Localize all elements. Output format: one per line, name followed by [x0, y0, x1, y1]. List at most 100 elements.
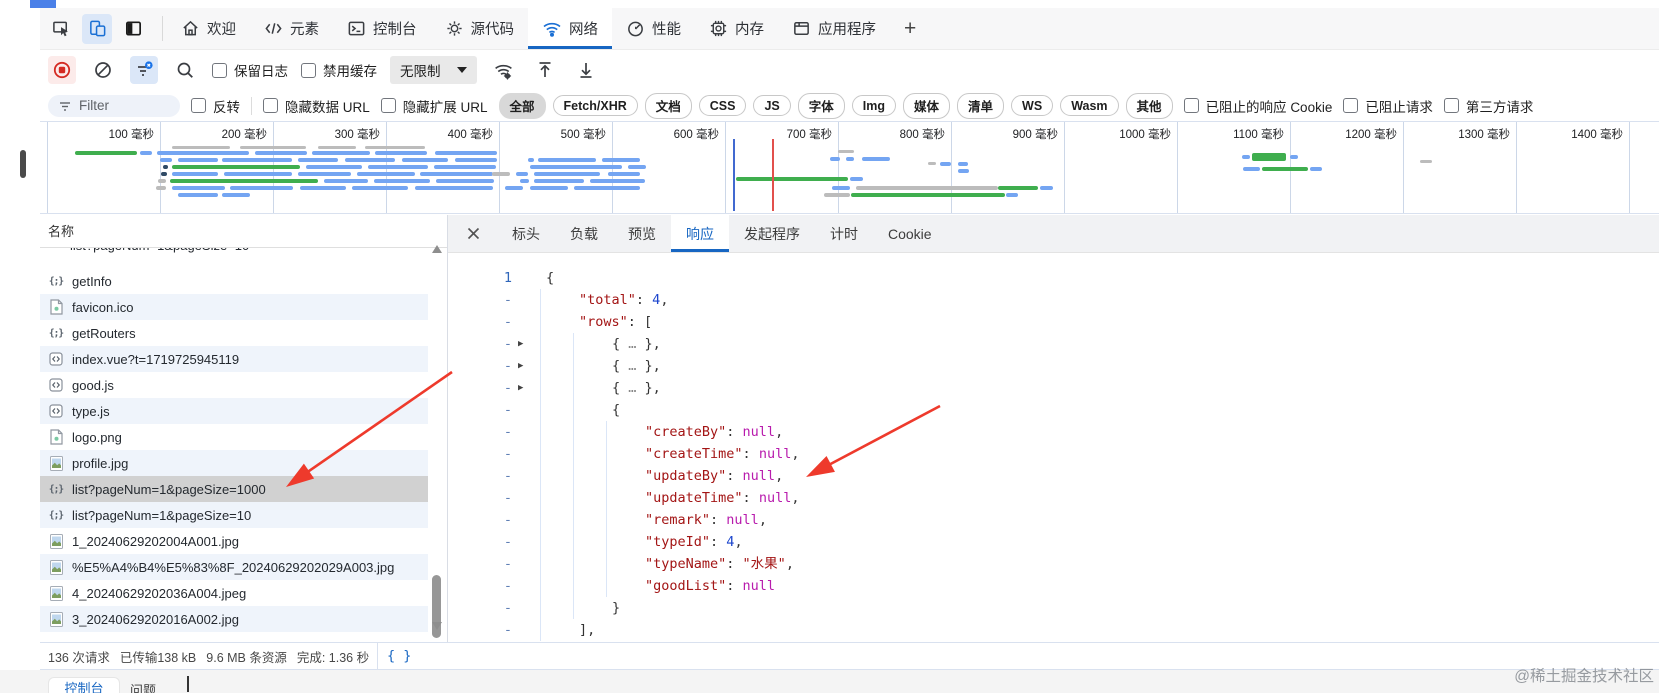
- request-row[interactable]: type.js: [40, 398, 428, 424]
- blocked-response-cookies-option[interactable]: 已阻止的响应 Cookie: [1183, 96, 1332, 116]
- resource-type-chip[interactable]: 全部: [498, 92, 546, 119]
- hide-data-urls-checkbox[interactable]: [263, 98, 278, 113]
- detail-tab-timing[interactable]: 计时: [815, 215, 873, 252]
- detail-tab-response[interactable]: 响应: [671, 215, 729, 252]
- request-row[interactable]: profile.jpg: [40, 450, 428, 476]
- blocked-requests-checkbox[interactable]: [1343, 98, 1359, 113]
- resource-type-chip[interactable]: 字体: [797, 92, 845, 119]
- invert-filter-option[interactable]: 反转: [191, 96, 240, 116]
- disable-cache-option[interactable]: 禁用缓存: [301, 60, 377, 80]
- request-row[interactable]: {;} getInfo: [40, 268, 428, 294]
- request-row[interactable]: favicon.ico: [40, 294, 428, 320]
- fold-arrow-icon[interactable]: ▶: [518, 377, 534, 399]
- preserve-log-option[interactable]: 保留日志: [212, 60, 288, 80]
- invert-checkbox[interactable]: [191, 98, 206, 113]
- tab-elements[interactable]: 元素: [250, 8, 333, 49]
- throttling-dropdown[interactable]: 无限制: [390, 56, 477, 84]
- elements-icon: [264, 19, 283, 38]
- resource-type-chip[interactable]: CSS: [698, 95, 747, 116]
- tab-console[interactable]: 控制台: [333, 8, 431, 49]
- fold-arrow-icon[interactable]: ▶: [518, 355, 534, 377]
- fold-arrow-icon[interactable]: ▶: [518, 333, 534, 355]
- timeline-tick-label: 1200 毫秒: [1345, 129, 1397, 141]
- request-row[interactable]: logo.png: [40, 424, 428, 450]
- tab-sources[interactable]: 源代码: [431, 8, 529, 49]
- filter-input[interactable]: Filter: [48, 94, 180, 117]
- toggle-filter-bar-button[interactable]: [130, 56, 158, 84]
- resource-type-chip[interactable]: 文档: [644, 92, 692, 119]
- tab-welcome[interactable]: 欢迎: [167, 8, 250, 49]
- drawer-tab-console[interactable]: 控制台: [48, 677, 120, 693]
- request-row[interactable]: 4_20240629202036A004.jpeg: [40, 580, 428, 606]
- hide-extension-urls-checkbox[interactable]: [380, 98, 396, 113]
- clear-network-log-button[interactable]: [89, 56, 117, 84]
- detail-tab-payload[interactable]: 负载: [555, 215, 613, 252]
- waterfall-bar: [574, 186, 640, 190]
- request-row[interactable]: index.vue?t=1719725945119: [40, 346, 428, 372]
- finish-time: 完成: 1.36 秒: [296, 650, 370, 665]
- waterfall-bar: [958, 169, 969, 173]
- code-text: "createBy": null,: [645, 424, 784, 440]
- indent-guide: [606, 465, 607, 487]
- hide-extension-urls-option[interactable]: 隐藏扩展 URL: [380, 96, 488, 116]
- network-toolbar: 保留日志 禁用缓存 无限制: [40, 50, 1659, 90]
- third-party-requests-option[interactable]: 第三方请求: [1443, 96, 1533, 116]
- waterfall-bar: [1290, 155, 1298, 159]
- record-network-log-button[interactable]: [48, 56, 76, 84]
- import-har-button[interactable]: [531, 56, 559, 84]
- resource-type-chip[interactable]: 其他: [1125, 92, 1173, 119]
- network-conditions-button[interactable]: [490, 56, 518, 84]
- request-row[interactable]: {;} getRouters: [40, 320, 428, 346]
- resource-type-chip[interactable]: 清单: [957, 92, 1005, 119]
- scroll-down-icon[interactable]: [432, 622, 442, 630]
- preserve-log-checkbox[interactable]: [212, 62, 227, 78]
- disable-cache-checkbox[interactable]: [301, 62, 316, 78]
- request-row[interactable]: {;} list?pageNum=1&pageSize=1000: [40, 476, 428, 502]
- network-overview-timeline[interactable]: 100 毫秒 200 毫秒 300 毫秒 400 毫秒 500 毫秒 600 毫秒 700 …: [40, 122, 1659, 214]
- blocked-requests-option[interactable]: 已阻止请求: [1343, 96, 1433, 116]
- hide-data-urls-option[interactable]: 隐藏数据 URL: [263, 96, 370, 116]
- waterfall-bar: [830, 157, 840, 161]
- code-text: "typeName": "水果",: [645, 556, 794, 572]
- export-har-button[interactable]: [572, 56, 600, 84]
- request-row[interactable]: %E5%A4%B4%E5%83%8F_20240629202029A003.jp…: [40, 554, 428, 580]
- detail-tab-preview[interactable]: 预览: [613, 215, 671, 252]
- resource-type-chip[interactable]: JS: [753, 95, 791, 116]
- tab-application[interactable]: 应用程序: [778, 8, 890, 49]
- detail-tab-headers[interactable]: 标头: [497, 215, 555, 252]
- tab-memory[interactable]: 内存: [695, 8, 778, 49]
- drawer-tab-issues[interactable]: 问题: [130, 680, 156, 693]
- detail-tab-initiator[interactable]: 发起程序: [729, 215, 815, 252]
- tab-performance[interactable]: 性能: [612, 8, 695, 49]
- resource-type-chip[interactable]: 媒体: [903, 92, 951, 119]
- resource-type-chip[interactable]: Img: [851, 95, 897, 116]
- resource-type-chip[interactable]: Wasm: [1060, 95, 1119, 116]
- name-column-header[interactable]: 名称: [40, 215, 447, 248]
- waterfall-bar: [516, 172, 528, 176]
- blocked-response-cookies-checkbox[interactable]: [1183, 98, 1199, 113]
- request-row[interactable]: {;} list?pageNum=1&pageSize=10: [40, 502, 428, 528]
- request-row[interactable]: good.js: [40, 372, 428, 398]
- third-party-requests-checkbox[interactable]: [1443, 98, 1459, 113]
- waterfall-bar: [178, 193, 218, 197]
- request-row[interactable]: 1_20240629202004A001.jpg: [40, 528, 428, 554]
- request-list-scrollbar[interactable]: [430, 245, 444, 638]
- partial-request-row[interactable]: list?pageNum=1&pageSize=10: [40, 248, 447, 268]
- inspect-element-button[interactable]: [46, 14, 76, 44]
- request-row[interactable]: 3_20240629202016A002.jpg: [40, 606, 428, 632]
- overview-scrollbar-nub[interactable]: [20, 150, 26, 178]
- more-tabs-button[interactable]: +: [890, 8, 930, 49]
- code-line: - ▶ { … },: [448, 333, 1659, 355]
- waterfall-bar: [312, 151, 370, 155]
- scroll-up-icon[interactable]: [432, 245, 442, 253]
- resource-type-chip[interactable]: WS: [1011, 95, 1054, 116]
- response-json-viewer[interactable]: 1{- "total": 4, - "rows": [- ▶{ … }, - ▶{ … },…: [448, 253, 1659, 641]
- search-network-button[interactable]: [171, 56, 199, 84]
- tab-network[interactable]: 网络: [528, 8, 612, 49]
- dock-side-button[interactable]: [118, 14, 148, 44]
- resource-type-chip[interactable]: Fetch/XHR: [552, 95, 638, 116]
- detail-tab-cookies[interactable]: Cookie: [873, 215, 947, 252]
- format-json-button[interactable]: { }: [387, 648, 411, 664]
- device-toolbar-button[interactable]: [82, 13, 112, 44]
- close-detail-button[interactable]: [448, 215, 497, 252]
